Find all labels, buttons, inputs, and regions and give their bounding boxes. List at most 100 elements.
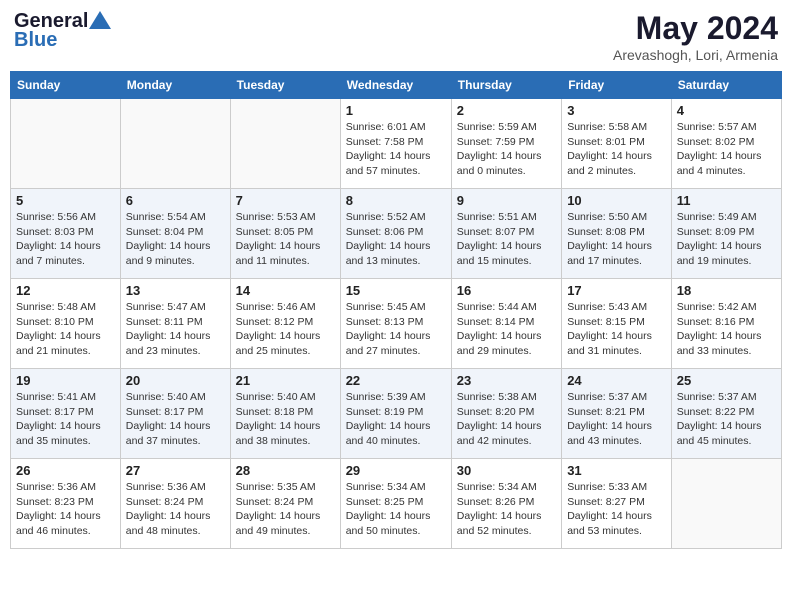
day-info: Sunrise: 5:41 AMSunset: 8:17 PMDaylight:…: [16, 390, 115, 449]
calendar-cell: [230, 99, 340, 189]
day-number: 16: [457, 283, 556, 298]
day-info: Sunrise: 5:34 AMSunset: 8:26 PMDaylight:…: [457, 480, 556, 539]
calendar-cell: 29 Sunrise: 5:34 AMSunset: 8:25 PMDayligh…: [340, 459, 451, 549]
day-info: Sunrise: 5:36 AMSunset: 8:24 PMDaylight:…: [126, 480, 225, 539]
calendar-cell: 1Sunrise: 6:01 AMSunset: 7:58 PMDaylight…: [340, 99, 451, 189]
day-number: 10: [567, 193, 666, 208]
calendar-cell: 17Sunrise: 5:43 AMSunset: 8:15 PMDayligh…: [562, 279, 672, 369]
day-info: Sunrise: 5:58 AMSunset: 8:01 PMDaylight:…: [567, 120, 666, 179]
location: Arevashogh, Lori, Armenia: [613, 47, 778, 63]
day-number: 30: [457, 463, 556, 478]
calendar-cell: 2Sunrise: 5:59 AMSunset: 7:59 PMDaylight…: [451, 99, 561, 189]
day-number: 9: [457, 193, 556, 208]
calendar-cell: 27 Sunrise: 5:36 AMSunset: 8:24 PMDayligh…: [120, 459, 230, 549]
calendar-cell: 31 Sunrise: 5:33 AMSunset: 8:27 PMDayligh…: [562, 459, 672, 549]
weekday-header-sunday: Sunday: [11, 72, 121, 99]
day-number: 22: [346, 373, 446, 388]
day-info: Sunrise: 5:33 AMSunset: 8:27 PMDaylight:…: [567, 480, 666, 539]
calendar-cell: 4 Sunrise: 5:57 AMSunset: 8:02 PMDaylight…: [671, 99, 781, 189]
day-number: 15: [346, 283, 446, 298]
calendar-cell: 22 Sunrise: 5:39 AMSunset: 8:19 PMDayligh…: [340, 369, 451, 459]
calendar-cell: [11, 99, 121, 189]
day-info: Sunrise: 5:39 AMSunset: 8:19 PMDaylight:…: [346, 390, 446, 449]
day-info: Sunrise: 5:36 AMSunset: 8:23 PMDaylight:…: [16, 480, 115, 539]
weekday-header-tuesday: Tuesday: [230, 72, 340, 99]
day-number: 26: [16, 463, 115, 478]
day-number: 12: [16, 283, 115, 298]
day-number: 13: [126, 283, 225, 298]
day-number: 18: [677, 283, 776, 298]
day-info: Sunrise: 5:40 AMSunset: 8:18 PMDaylight:…: [236, 390, 335, 449]
calendar-week-row: 12 Sunrise: 5:48 AMSunset: 8:10 PMDayligh…: [11, 279, 782, 369]
weekday-header-saturday: Saturday: [671, 72, 781, 99]
calendar-cell: 3 Sunrise: 5:58 AMSunset: 8:01 PMDaylight…: [562, 99, 672, 189]
day-number: 29: [346, 463, 446, 478]
calendar-table: SundayMondayTuesdayWednesdayThursdayFrid…: [10, 71, 782, 549]
day-info: Sunrise: 5:34 AMSunset: 8:25 PMDaylight:…: [346, 480, 446, 539]
day-info: Sunrise: 5:50 AMSunset: 8:08 PMDaylight:…: [567, 210, 666, 269]
calendar-cell: 18 Sunrise: 5:42 AMSunset: 8:16 PMDayligh…: [671, 279, 781, 369]
weekday-header-row: SundayMondayTuesdayWednesdayThursdayFrid…: [11, 72, 782, 99]
day-info: Sunrise: 5:49 AMSunset: 8:09 PMDaylight:…: [677, 210, 776, 269]
day-number: 8: [346, 193, 446, 208]
day-info: Sunrise: 5:57 AMSunset: 8:02 PMDaylight:…: [677, 120, 776, 179]
calendar-week-row: 1Sunrise: 6:01 AMSunset: 7:58 PMDaylight…: [11, 99, 782, 189]
calendar-cell: 5Sunrise: 5:56 AMSunset: 8:03 PMDaylight…: [11, 189, 121, 279]
day-number: 3: [567, 103, 666, 118]
day-number: 5: [16, 193, 115, 208]
day-info: Sunrise: 5:47 AMSunset: 8:11 PMDaylight:…: [126, 300, 225, 359]
page-header: General Blue May 2024 Arevashogh, Lori, …: [10, 10, 782, 63]
calendar-cell: 10 Sunrise: 5:50 AMSunset: 8:08 PMDayligh…: [562, 189, 672, 279]
day-info: Sunrise: 5:53 AMSunset: 8:05 PMDaylight:…: [236, 210, 335, 269]
day-info: Sunrise: 5:45 AMSunset: 8:13 PMDaylight:…: [346, 300, 446, 359]
day-number: 24: [567, 373, 666, 388]
day-info: Sunrise: 5:51 AMSunset: 8:07 PMDaylight:…: [457, 210, 556, 269]
logo: General Blue: [14, 10, 111, 52]
calendar-week-row: 26 Sunrise: 5:36 AMSunset: 8:23 PMDayligh…: [11, 459, 782, 549]
calendar-cell: 30 Sunrise: 5:34 AMSunset: 8:26 PMDayligh…: [451, 459, 561, 549]
month-title: May 2024: [613, 10, 778, 47]
day-number: 2: [457, 103, 556, 118]
day-number: 27: [126, 463, 225, 478]
calendar-cell: [120, 99, 230, 189]
calendar-cell: 16 Sunrise: 5:44 AMSunset: 8:14 PMDayligh…: [451, 279, 561, 369]
day-number: 19: [16, 373, 115, 388]
calendar-cell: 14Sunrise: 5:46 AMSunset: 8:12 PMDayligh…: [230, 279, 340, 369]
day-info: Sunrise: 5:46 AMSunset: 8:12 PMDaylight:…: [236, 300, 335, 359]
day-number: 7: [236, 193, 335, 208]
day-info: Sunrise: 5:44 AMSunset: 8:14 PMDaylight:…: [457, 300, 556, 359]
logo-bird-icon: [89, 11, 111, 29]
calendar-cell: 25Sunrise: 5:37 AMSunset: 8:22 PMDayligh…: [671, 369, 781, 459]
day-number: 21: [236, 373, 335, 388]
day-info: Sunrise: 5:43 AMSunset: 8:15 PMDaylight:…: [567, 300, 666, 359]
day-info: Sunrise: 5:37 AMSunset: 8:21 PMDaylight:…: [567, 390, 666, 449]
day-info: Sunrise: 5:38 AMSunset: 8:20 PMDaylight:…: [457, 390, 556, 449]
calendar-cell: 9 Sunrise: 5:51 AMSunset: 8:07 PMDaylight…: [451, 189, 561, 279]
calendar-week-row: 5Sunrise: 5:56 AMSunset: 8:03 PMDaylight…: [11, 189, 782, 279]
day-info: Sunrise: 5:48 AMSunset: 8:10 PMDaylight:…: [16, 300, 115, 359]
day-info: Sunrise: 5:52 AMSunset: 8:06 PMDaylight:…: [346, 210, 446, 269]
day-info: Sunrise: 5:42 AMSunset: 8:16 PMDaylight:…: [677, 300, 776, 359]
calendar-week-row: 19 Sunrise: 5:41 AMSunset: 8:17 PMDayligh…: [11, 369, 782, 459]
calendar-cell: 15 Sunrise: 5:45 AMSunset: 8:13 PMDayligh…: [340, 279, 451, 369]
calendar-cell: [671, 459, 781, 549]
calendar-cell: 8 Sunrise: 5:52 AMSunset: 8:06 PMDaylight…: [340, 189, 451, 279]
day-number: 6: [126, 193, 225, 208]
calendar-cell: 21 Sunrise: 5:40 AMSunset: 8:18 PMDayligh…: [230, 369, 340, 459]
calendar-cell: 13 Sunrise: 5:47 AMSunset: 8:11 PMDayligh…: [120, 279, 230, 369]
day-info: Sunrise: 5:40 AMSunset: 8:17 PMDaylight:…: [126, 390, 225, 449]
day-number: 1: [346, 103, 446, 118]
calendar-cell: 19 Sunrise: 5:41 AMSunset: 8:17 PMDayligh…: [11, 369, 121, 459]
calendar-cell: 12 Sunrise: 5:48 AMSunset: 8:10 PMDayligh…: [11, 279, 121, 369]
title-block: May 2024 Arevashogh, Lori, Armenia: [613, 10, 778, 63]
day-number: 11: [677, 193, 776, 208]
day-number: 25: [677, 373, 776, 388]
calendar-cell: 24 Sunrise: 5:37 AMSunset: 8:21 PMDayligh…: [562, 369, 672, 459]
calendar-cell: 28Sunrise: 5:35 AMSunset: 8:24 PMDayligh…: [230, 459, 340, 549]
calendar-cell: 23Sunrise: 5:38 AMSunset: 8:20 PMDayligh…: [451, 369, 561, 459]
calendar-cell: 7 Sunrise: 5:53 AMSunset: 8:05 PMDaylight…: [230, 189, 340, 279]
day-number: 31: [567, 463, 666, 478]
weekday-header-friday: Friday: [562, 72, 672, 99]
day-number: 4: [677, 103, 776, 118]
calendar-cell: 6Sunrise: 5:54 AMSunset: 8:04 PMDaylight…: [120, 189, 230, 279]
